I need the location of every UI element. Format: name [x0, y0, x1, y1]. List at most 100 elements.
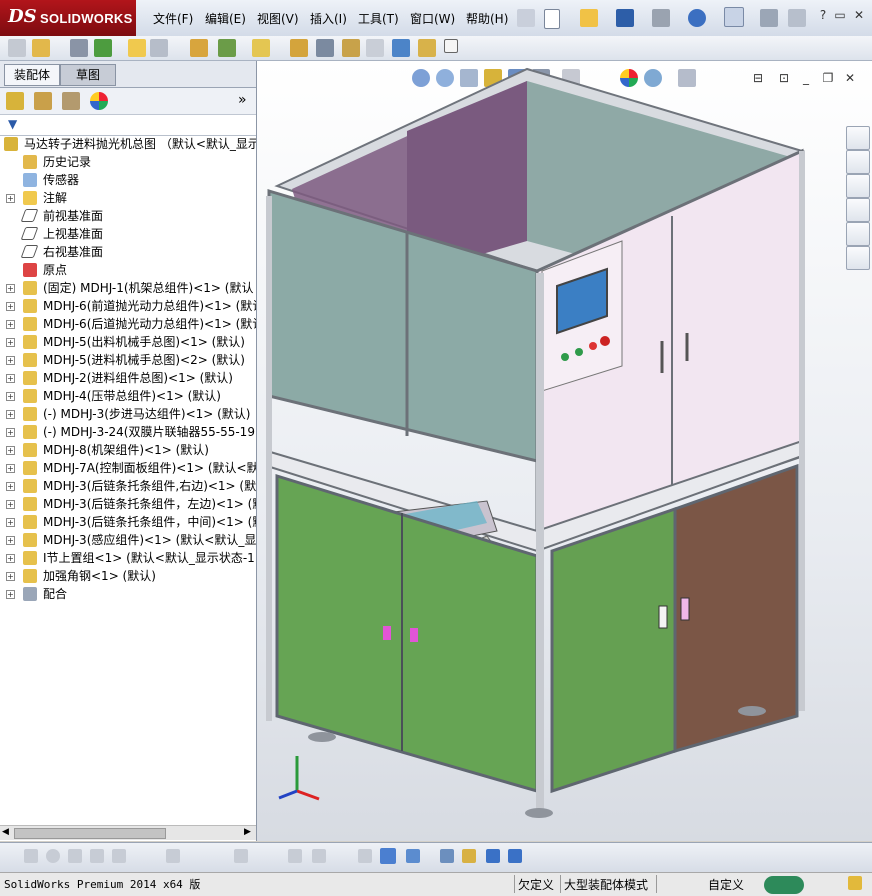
- tree-item-mates[interactable]: + 配合: [0, 585, 256, 603]
- expand-node-icon[interactable]: +: [6, 284, 15, 293]
- machine-model[interactable]: [257, 61, 872, 841]
- expand-node-icon[interactable]: +: [6, 554, 15, 563]
- tree-item-asm[interactable]: + MDHJ-3(后链条托条组件，左边)<1> (默: [0, 495, 256, 513]
- tree-root[interactable]: 马达转子进料抛光机总图 （默认<默认_显示: [0, 135, 256, 153]
- tree-item-asm[interactable]: + MDHJ-4(压带总组件)<1> (默认): [0, 387, 256, 405]
- property-manager-icon[interactable]: [34, 92, 52, 110]
- view-selector-icon[interactable]: [440, 849, 454, 863]
- tree-item-asm[interactable]: + MDHJ-5(出料机械手总图)<1> (默认): [0, 333, 256, 351]
- menu-insert[interactable]: 插入(I): [310, 10, 347, 27]
- line-icon[interactable]: [68, 849, 82, 863]
- tree-item-asm[interactable]: + 加强角钢<1> (默认): [0, 567, 256, 585]
- custom-properties-icon[interactable]: [846, 246, 870, 270]
- tree-item-sensor[interactable]: 传感器: [0, 171, 256, 189]
- expand-node-icon[interactable]: +: [6, 194, 15, 203]
- tree-item-plane[interactable]: 上视基准面: [0, 225, 256, 243]
- expand-node-icon[interactable]: +: [6, 410, 15, 419]
- undo-icon[interactable]: [688, 9, 706, 27]
- expand-node-icon[interactable]: +: [6, 338, 15, 347]
- show-hidden-icon[interactable]: [190, 39, 208, 57]
- circle-icon[interactable]: [46, 849, 60, 863]
- display-manager-icon[interactable]: [90, 92, 108, 110]
- open-folder-icon[interactable]: [580, 9, 598, 27]
- graphics-viewport[interactable]: ⊟ ⊡ _ ❐ ✕: [257, 61, 872, 841]
- dimension-icon[interactable]: [288, 849, 302, 863]
- mate-icon[interactable]: [70, 39, 88, 57]
- expand-node-icon[interactable]: +: [6, 320, 15, 329]
- select-arrow-icon[interactable]: [724, 7, 744, 27]
- toggle-icon[interactable]: [462, 849, 476, 863]
- configuration-manager-icon[interactable]: [62, 92, 80, 110]
- pin-icon[interactable]: [517, 9, 535, 27]
- single-view-icon[interactable]: [486, 849, 500, 863]
- tree-item-asm[interactable]: + MDHJ-8(机架组件)<1> (默认): [0, 441, 256, 459]
- menu-view[interactable]: 视图(V): [257, 10, 299, 27]
- shaded-cube-icon[interactable]: [380, 848, 396, 864]
- rebuild-icon[interactable]: [760, 9, 778, 27]
- design-library-icon[interactable]: [846, 174, 870, 198]
- expand-node-icon[interactable]: +: [6, 392, 15, 401]
- menu-help[interactable]: 帮助(H): [466, 10, 508, 27]
- expand-node-icon[interactable]: +: [6, 590, 15, 599]
- bill-of-materials-icon[interactable]: [316, 39, 334, 57]
- interference-icon[interactable]: [392, 39, 410, 57]
- restore-window-icon[interactable]: ▭: [833, 8, 847, 22]
- scroll-left-icon[interactable]: ◀: [2, 827, 9, 837]
- linear-pattern-icon[interactable]: [94, 39, 112, 57]
- expand-node-icon[interactable]: +: [6, 374, 15, 383]
- save-icon[interactable]: [616, 9, 634, 27]
- assembly-features-icon[interactable]: [218, 39, 236, 57]
- tree-item-asm[interactable]: + MDHJ-6(后道抛光动力总组件)<1> (默认: [0, 315, 256, 333]
- expand-node-icon[interactable]: +: [6, 572, 15, 581]
- help-question-icon[interactable]: ?: [816, 8, 830, 22]
- expand-node-icon[interactable]: +: [6, 500, 15, 509]
- performance-indicator-icon[interactable]: [764, 876, 804, 894]
- units-custom[interactable]: 自定义: [708, 876, 744, 893]
- tree-item-origin[interactable]: 原点: [0, 261, 256, 279]
- new-motion-study-icon[interactable]: [290, 39, 308, 57]
- tree-item-asm[interactable]: + MDHJ-7A(控制面板组件)<1> (默认<默认: [0, 459, 256, 477]
- home-taskpane-icon[interactable]: [846, 126, 870, 150]
- tree-item-plane[interactable]: 右视基准面: [0, 243, 256, 261]
- expand-node-icon[interactable]: +: [6, 518, 15, 527]
- solidworks-logo[interactable]: DS SOLIDWORKS: [0, 0, 136, 36]
- tree-item-plane[interactable]: 前视基准面: [0, 207, 256, 225]
- menu-tools[interactable]: 工具(T): [358, 10, 399, 27]
- explode-line-icon[interactable]: [366, 39, 384, 57]
- expand-node-icon[interactable]: +: [6, 446, 15, 455]
- expand-panel-icon[interactable]: »: [238, 92, 247, 108]
- tree-item-asm[interactable]: + (-) MDHJ-3-24(双膜片联轴器55-55-19): [0, 423, 256, 441]
- tree-item-asm[interactable]: + (固定) MDHJ-1(机架总组件)<1> (默认: [0, 279, 256, 297]
- smart-fastener-icon[interactable]: [128, 39, 146, 57]
- menu-window[interactable]: 窗口(W): [410, 10, 455, 27]
- component-icon[interactable]: [8, 39, 26, 57]
- tree-item-asm[interactable]: + MDHJ-5(进料机械手总图)<2> (默认): [0, 351, 256, 369]
- filter-icon[interactable]: ▼: [8, 117, 17, 131]
- polygon-icon[interactable]: [90, 849, 104, 863]
- display-mode-icon[interactable]: [406, 849, 420, 863]
- print-icon[interactable]: [652, 9, 670, 27]
- move-component-icon[interactable]: [150, 39, 168, 57]
- instant3d-icon[interactable]: [444, 39, 458, 53]
- appearances-icon[interactable]: [846, 222, 870, 246]
- exploded-view-icon[interactable]: [342, 39, 360, 57]
- insert-component-icon[interactable]: [32, 39, 50, 57]
- scroll-right-icon[interactable]: ▶: [244, 827, 251, 837]
- expand-node-icon[interactable]: +: [6, 302, 15, 311]
- offset-icon[interactable]: [166, 849, 180, 863]
- tree-item-asm[interactable]: + MDHJ-2(进料组件总图)<1> (默认): [0, 369, 256, 387]
- file-explorer-icon[interactable]: [846, 198, 870, 222]
- feature-manager-icon[interactable]: [6, 92, 24, 110]
- tree-item-asm[interactable]: + MDHJ-3(后链条托条组件,右边)<1> (默: [0, 477, 256, 495]
- tree-item-asm[interactable]: + MDHJ-3(后链条托条组件，中间)<1> (默: [0, 513, 256, 531]
- tab-sketch[interactable]: 草图: [60, 64, 116, 86]
- reference-geometry-icon[interactable]: [252, 39, 270, 57]
- expand-node-icon[interactable]: +: [6, 428, 15, 437]
- resources-taskpane-icon[interactable]: [846, 150, 870, 174]
- tree-item-history[interactable]: 历史记录: [0, 153, 256, 171]
- trim-icon[interactable]: [112, 849, 126, 863]
- expand-node-icon[interactable]: +: [6, 482, 15, 491]
- tree-item-annotation[interactable]: + 注解: [0, 189, 256, 207]
- tree-item-asm[interactable]: + (-) MDHJ-3(步进马达组件)<1> (默认): [0, 405, 256, 423]
- tree-filter[interactable]: ▼: [0, 115, 256, 136]
